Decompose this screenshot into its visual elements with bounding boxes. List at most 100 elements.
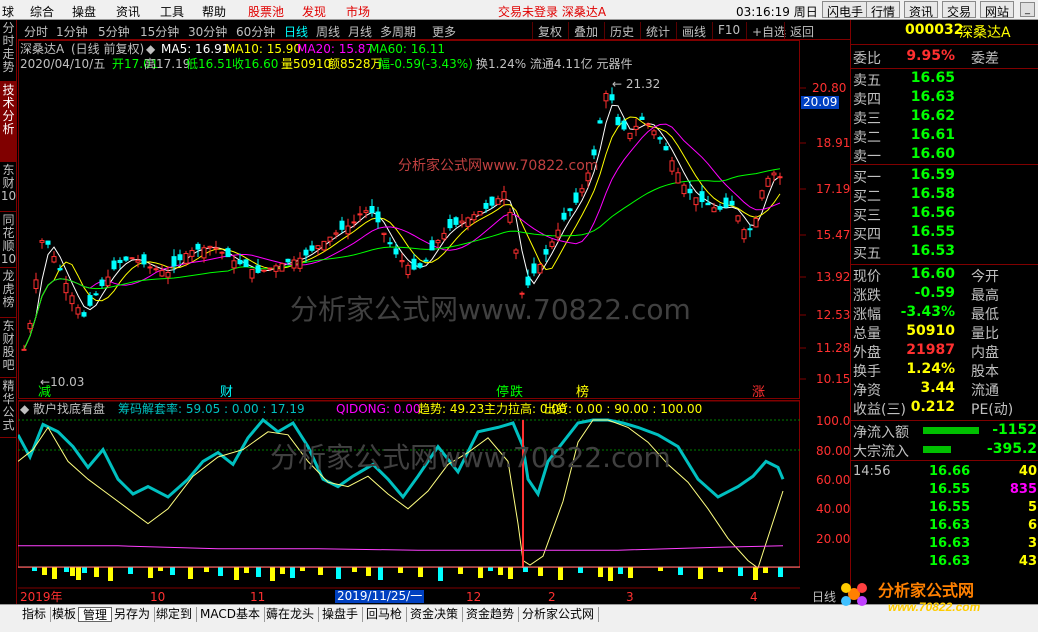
tab-technical[interactable]: 技术分析 — [0, 82, 17, 162]
tab-fund-trend[interactable]: 资金趋势 — [462, 607, 520, 622]
histogram-bar — [678, 567, 683, 575]
indicator-title[interactable]: 散户找底看盘 — [33, 403, 105, 416]
toggle-icon[interactable]: ◆ — [146, 43, 155, 56]
stats-button[interactable]: 统计 — [640, 22, 675, 39]
draw-button[interactable]: 画线 — [676, 22, 711, 39]
candle-body — [477, 210, 483, 216]
tab-macd[interactable]: MACD基本 — [196, 607, 265, 622]
menu-item-stock-pool[interactable]: 股票池 — [248, 3, 284, 20]
tab-formula[interactable]: 精华公式 — [0, 378, 17, 438]
tab-template[interactable]: 模板 — [48, 607, 82, 622]
tab-indicator[interactable]: 指标 — [18, 607, 52, 622]
f10-button[interactable]: F10 — [712, 22, 745, 39]
period-monthly[interactable]: 月线 — [348, 23, 372, 40]
candle-body — [717, 206, 723, 210]
back-button[interactable]: 返回 — [784, 22, 819, 39]
candle-body — [237, 259, 243, 265]
event-rise[interactable]: 涨 — [752, 386, 765, 399]
sell-level-row[interactable]: 卖四 16.63 — [851, 89, 1038, 108]
event-reduce[interactable]: 减 — [38, 386, 51, 399]
histogram-bar — [280, 567, 285, 574]
candle-body — [87, 295, 93, 306]
buy-level-row[interactable]: 买五 16.53 — [851, 243, 1038, 262]
tab-bind-to[interactable]: 绑定到 — [152, 607, 198, 622]
event-list[interactable]: 榜 — [576, 386, 589, 399]
xaxis-label: 3 — [626, 590, 634, 604]
news-button[interactable]: 资讯 — [904, 1, 939, 19]
period-weekly[interactable]: 周线 — [316, 23, 340, 40]
buy-level-row[interactable]: 买二 16.58 — [851, 186, 1038, 205]
tab-dragon-head[interactable]: 薅在龙头 — [262, 607, 320, 622]
indicator-tick: 60.00 — [816, 473, 851, 487]
trade-button[interactable]: 交易 — [942, 1, 977, 19]
xaxis-period[interactable]: 日线 — [812, 591, 836, 604]
menu-item-trade[interactable]: 操盘 — [72, 3, 96, 20]
sell-level-row[interactable]: 卖二 16.61 — [851, 127, 1038, 146]
histogram-bar — [170, 567, 175, 575]
menu-item-ball[interactable]: 球 — [2, 3, 14, 20]
quote-button[interactable]: 行情 — [866, 1, 901, 19]
menu-item-discover[interactable]: 发现 — [302, 3, 326, 20]
overlay-button[interactable]: 叠加 — [568, 22, 603, 39]
indicator-collapse-icon[interactable]: ◆ — [20, 403, 29, 416]
tab-forum[interactable]: 东财股吧 — [0, 318, 17, 378]
tab-dragon-tiger[interactable]: 龙虎榜 — [0, 268, 17, 318]
period-60min[interactable]: 60分钟 — [236, 23, 275, 40]
candle-body — [99, 279, 105, 287]
menu-item-market[interactable]: 市场 — [346, 3, 370, 20]
menu-item-news[interactable]: 资讯 — [116, 3, 140, 20]
period-30min[interactable]: 30分钟 — [188, 23, 227, 40]
menu-item-general[interactable]: 综合 — [30, 3, 54, 20]
tab-operator[interactable]: 操盘手 — [318, 607, 364, 622]
histogram-bar — [244, 567, 249, 573]
sell-level-row[interactable]: 卖三 16.62 — [851, 108, 1038, 127]
tab-manage[interactable]: 管理 — [78, 607, 113, 622]
candle-body — [723, 197, 729, 208]
period-multi[interactable]: 多周期 — [380, 23, 416, 40]
sell-level-row[interactable]: 卖一 16.60 — [851, 146, 1038, 165]
period-5min[interactable]: 5分钟 — [98, 23, 130, 40]
tab-horse[interactable]: 回马枪 — [362, 607, 408, 622]
tab-intraday[interactable]: 分时走势 — [0, 20, 17, 82]
buy-level-row[interactable]: 买一 16.59 — [851, 167, 1038, 186]
flash-button[interactable]: 闪电手 — [822, 1, 869, 19]
period-more[interactable]: 更多 — [432, 23, 456, 40]
event-halt[interactable]: 停 — [496, 386, 509, 399]
candle-body — [69, 295, 75, 305]
event-finance[interactable]: 财 — [220, 386, 233, 399]
stat-row: 换手 1.24% 股本 — [853, 361, 999, 380]
logo-url: www.70822.com — [888, 600, 981, 614]
histogram-bar — [82, 567, 87, 573]
histogram-bar — [508, 567, 513, 579]
period-1min[interactable]: 1分钟 — [56, 23, 88, 40]
histogram-bar — [188, 567, 193, 579]
history-button[interactable]: 历史 — [604, 22, 639, 39]
candle-body — [465, 217, 471, 227]
candle-body — [501, 191, 507, 200]
candle-body — [279, 263, 285, 272]
tab-fund-decision[interactable]: 资金决策 — [406, 607, 464, 622]
adjust-button[interactable]: 复权 — [532, 22, 567, 39]
period-bar: 分时 1分钟 5分钟 15分钟 30分钟 60分钟 日线 周线 月线 多周期 更… — [18, 20, 850, 40]
minimize-icon[interactable]: _ — [1020, 2, 1035, 17]
stat-row: 涨幅 -3.43% 最低 — [853, 304, 999, 323]
candle-body — [567, 208, 573, 212]
candle-body — [441, 232, 447, 240]
website-button[interactable]: 网站 — [980, 1, 1015, 19]
buy-level-row[interactable]: 买四 16.55 — [851, 224, 1038, 243]
buy-level-row[interactable]: 买三 16.56 — [851, 205, 1038, 224]
tab-eastmoney10[interactable]: 东财10 — [0, 162, 17, 212]
period-15min[interactable]: 15分钟 — [140, 23, 179, 40]
tab-save-as[interactable]: 另存为 — [110, 607, 156, 622]
sell-level-row[interactable]: 卖五 16.65 — [851, 70, 1038, 89]
event-drop[interactable]: 跌 — [510, 386, 523, 399]
stat-row: 外盘 21987 内盘 — [853, 342, 999, 361]
candle-body — [609, 94, 615, 101]
menu-item-tools[interactable]: 工具 — [160, 3, 184, 20]
period-daily[interactable]: 日线 — [284, 23, 308, 40]
period-intraday[interactable]: 分时 — [24, 23, 48, 40]
menu-item-help[interactable]: 帮助 — [202, 3, 226, 20]
tab-tonghuashun10[interactable]: 同花顺10 — [0, 212, 17, 268]
indicator-tick: 80.00 — [816, 444, 851, 458]
tab-analyst-formula[interactable]: 分析家公式网 — [518, 607, 600, 622]
